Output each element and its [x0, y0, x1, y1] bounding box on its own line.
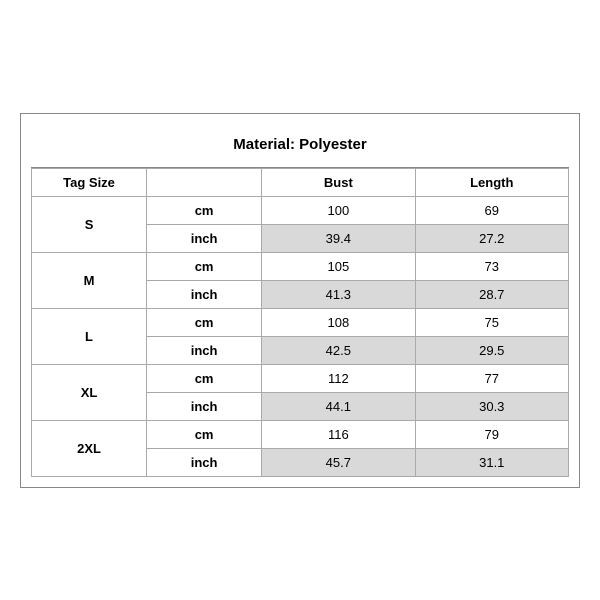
unit-cm: cm — [147, 420, 262, 448]
unit-inch: inch — [147, 392, 262, 420]
length-inch: 29.5 — [415, 336, 568, 364]
unit-inch: inch — [147, 336, 262, 364]
length-inch: 30.3 — [415, 392, 568, 420]
bust-cm: 116 — [262, 420, 415, 448]
table-row: Lcm10875 — [32, 308, 569, 336]
unit-inch: inch — [147, 224, 262, 252]
length-cm: 69 — [415, 196, 568, 224]
bust-inch: 44.1 — [262, 392, 415, 420]
length-inch: 31.1 — [415, 448, 568, 476]
bust-inch: 42.5 — [262, 336, 415, 364]
bust-inch: 45.7 — [262, 448, 415, 476]
table-row: XLcm11277 — [32, 364, 569, 392]
unit-cm: cm — [147, 196, 262, 224]
header-tag-size: Tag Size — [32, 168, 147, 196]
size-chart-container: Material: Polyester Tag Size Bust Length… — [20, 113, 580, 488]
bust-cm: 105 — [262, 252, 415, 280]
size-label: XL — [32, 364, 147, 420]
length-cm: 75 — [415, 308, 568, 336]
header-bust: Bust — [262, 168, 415, 196]
table-row: 2XLcm11679 — [32, 420, 569, 448]
header-length: Length — [415, 168, 568, 196]
bust-cm: 108 — [262, 308, 415, 336]
unit-inch: inch — [147, 448, 262, 476]
unit-cm: cm — [147, 364, 262, 392]
header-unit — [147, 168, 262, 196]
unit-inch: inch — [147, 280, 262, 308]
size-label: S — [32, 196, 147, 252]
bust-inch: 41.3 — [262, 280, 415, 308]
length-cm: 77 — [415, 364, 568, 392]
bust-inch: 39.4 — [262, 224, 415, 252]
unit-cm: cm — [147, 252, 262, 280]
table-row: Mcm10573 — [32, 252, 569, 280]
size-table: Tag Size Bust Length Scm10069inch39.427.… — [31, 168, 569, 477]
bust-cm: 112 — [262, 364, 415, 392]
table-row: Scm10069 — [32, 196, 569, 224]
size-label: M — [32, 252, 147, 308]
size-label: 2XL — [32, 420, 147, 476]
length-cm: 79 — [415, 420, 568, 448]
length-inch: 28.7 — [415, 280, 568, 308]
length-inch: 27.2 — [415, 224, 568, 252]
bust-cm: 100 — [262, 196, 415, 224]
length-cm: 73 — [415, 252, 568, 280]
size-label: L — [32, 308, 147, 364]
unit-cm: cm — [147, 308, 262, 336]
chart-title: Material: Polyester — [31, 124, 569, 168]
